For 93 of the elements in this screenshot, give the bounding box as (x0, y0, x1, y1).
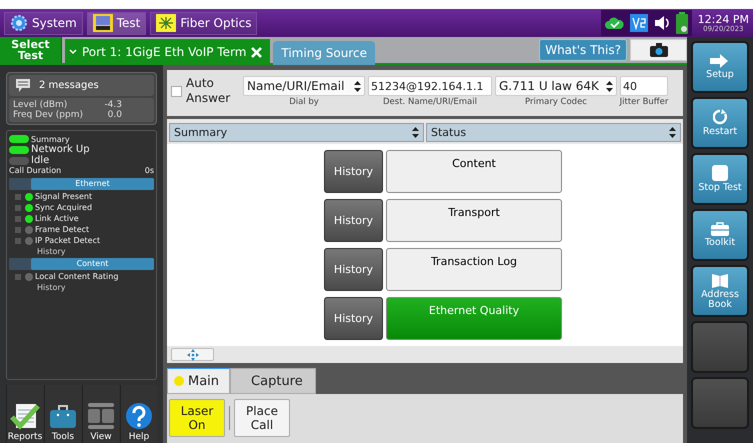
vnc-icon (630, 14, 648, 32)
action-button[interactable]: Laser On (169, 399, 225, 437)
side-button[interactable]: Toolkit (691, 209, 749, 261)
help-icon (124, 402, 154, 430)
status-label: Local Content Rating (35, 272, 118, 281)
tool-button[interactable]: Reports (6, 385, 43, 443)
input-field[interactable]: 51234@192.164.1.1 (368, 76, 492, 96)
laser-icon (156, 14, 176, 32)
input-field[interactable]: 40 (620, 76, 668, 96)
status-label: Idle (31, 155, 50, 166)
history-button[interactable]: History (324, 248, 383, 291)
gear-icon (10, 14, 28, 32)
layout-icon (86, 402, 116, 430)
auto-answer-checkbox[interactable] (171, 86, 182, 96)
reading-label: Level (dBm) (13, 100, 68, 110)
battery-icon (676, 12, 688, 34)
report-check-icon (10, 402, 40, 430)
history-button[interactable]: History (324, 297, 383, 340)
toolbox-icon (48, 402, 78, 430)
tree-node-icon (15, 226, 21, 232)
status-label: Sync Acquired (35, 203, 92, 212)
message-icon (15, 78, 31, 93)
status-label: Frame Detect (35, 225, 90, 234)
reading-label: Freq Dev (ppm) (13, 110, 84, 120)
group-header[interactable]: Ethernet (31, 178, 154, 190)
tree-node-icon (15, 204, 21, 210)
arrow-right-icon (710, 54, 730, 68)
tab[interactable]: Port 1: 1GigE Eth VoIP Term (65, 39, 270, 65)
empty-button[interactable] (691, 321, 749, 373)
dropdown[interactable]: G.711 U law 64K (495, 76, 617, 96)
history-link[interactable]: History (37, 247, 66, 256)
status-label: Link Active (35, 214, 79, 223)
group-header[interactable]: Content (31, 258, 154, 270)
history-button[interactable]: History (324, 150, 383, 193)
dropdown[interactable]: Name/URI/Email (243, 76, 365, 96)
view-dropdown[interactable]: Summary (169, 123, 424, 142)
history-button[interactable]: History (324, 199, 383, 242)
spinner-arrows-icon (606, 80, 613, 92)
side-button[interactable]: Restart (691, 97, 749, 149)
book-icon (712, 272, 728, 288)
field-caption: Dest. Name/URI/Email (383, 97, 477, 107)
side-button[interactable]: Stop Test (691, 153, 749, 205)
spinner-arrows-icon (354, 80, 361, 92)
tree-node-icon (15, 238, 21, 244)
refresh-icon (713, 108, 727, 125)
cloud-check-icon (604, 16, 625, 30)
result-button[interactable]: Transaction Log (386, 248, 562, 291)
tab[interactable]: Capture (230, 368, 316, 394)
app-button[interactable]: Test (86, 12, 146, 34)
camera-icon (650, 43, 668, 57)
move-handle[interactable] (171, 348, 214, 361)
stop-icon (712, 164, 728, 181)
whats-this-button[interactable]: What's This? (539, 39, 627, 61)
status-label: Summary (31, 134, 70, 144)
tool-button[interactable]: Tools (44, 385, 81, 443)
call-duration-value: 0s (144, 166, 154, 177)
tool-button[interactable]: Help (120, 385, 157, 443)
tree-node-icon (15, 194, 21, 200)
reading-value: -4.3 (104, 100, 122, 110)
status-label: IP Packet Detect (35, 236, 100, 245)
briefcase-icon (711, 222, 729, 236)
app-button[interactable]: Fiber Optics (150, 12, 258, 34)
monitor-icon (92, 14, 113, 32)
result-button[interactable]: Content (386, 150, 562, 193)
empty-button[interactable] (691, 377, 749, 429)
spinner-arrows-icon (412, 127, 419, 138)
move-arrows-icon (186, 348, 198, 360)
spinner-arrows-icon (669, 127, 676, 138)
screenshot-button[interactable] (630, 39, 687, 61)
status-label: Network Up (31, 144, 90, 155)
side-button[interactable]: Address Book (691, 265, 749, 317)
result-button[interactable]: Transport (386, 199, 562, 242)
tool-button[interactable]: View (82, 385, 119, 443)
speaker-icon (652, 14, 671, 32)
tree-node-icon (15, 274, 21, 280)
field-caption: Dial by (289, 97, 319, 107)
reading-value: 0.0 (108, 110, 122, 120)
tab[interactable]: Main (167, 368, 230, 394)
close-icon[interactable] (251, 46, 262, 58)
caret-icon (69, 49, 77, 55)
select-test-button[interactable]: Select Test (0, 37, 62, 63)
call-duration-label: Call Duration (9, 166, 62, 177)
side-button[interactable]: Setup (691, 41, 749, 93)
field-caption: Jitter Buffer (620, 97, 668, 107)
tree-node-icon (15, 216, 21, 222)
field-caption: Primary Codec (525, 97, 587, 107)
history-link[interactable]: History (37, 283, 66, 292)
view-dropdown[interactable]: Status (426, 123, 681, 142)
auto-answer-label: Auto Answer (186, 76, 232, 106)
clock-time: 12:24 PM (698, 14, 749, 24)
status-label: Signal Present (35, 192, 92, 201)
app-button[interactable]: System (4, 12, 83, 34)
action-button[interactable]: Place Call (234, 399, 290, 437)
